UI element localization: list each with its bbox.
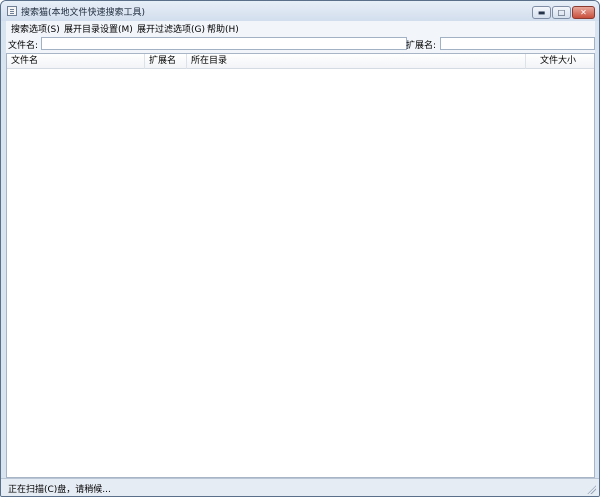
resize-grip-icon[interactable]	[586, 484, 596, 494]
maximize-button[interactable]: □	[552, 6, 571, 19]
status-bar: 正在扫描(C)盘，请稍候...	[1, 478, 599, 496]
minimize-button[interactable]: ▬	[532, 6, 551, 19]
results-body[interactable]	[7, 69, 594, 477]
column-directory[interactable]: 所在目录	[187, 54, 526, 69]
title-bar[interactable]: 搜索猫(本地文件快速搜索工具) ▬ □ ✕	[1, 1, 599, 21]
extension-label: 扩展名:	[406, 41, 437, 51]
results-list[interactable]: 文件名 扩展名 所在目录 文件大小	[6, 53, 595, 478]
column-filename[interactable]: 文件名	[7, 54, 145, 69]
menu-bar: 搜索选项(S) 展开目录设置(M) 展开过滤选项(G) 帮助(H)	[6, 21, 595, 35]
search-bar: 文件名: 扩展名:	[6, 35, 595, 53]
filename-input[interactable]	[41, 37, 407, 50]
results-header: 文件名 扩展名 所在目录 文件大小	[7, 54, 594, 69]
menu-directory-settings[interactable]: 展开目录设置(M)	[64, 22, 133, 35]
menu-filter-options[interactable]: 展开过滤选项(G)	[137, 22, 205, 35]
status-text: 正在扫描(C)盘，请稍候...	[8, 485, 111, 495]
menu-search-options[interactable]: 搜索选项(S)	[11, 22, 60, 35]
column-filesize[interactable]: 文件大小	[526, 54, 594, 69]
close-button[interactable]: ✕	[572, 6, 595, 19]
app-window-icon	[7, 6, 17, 16]
app-window: 搜索猫(本地文件快速搜索工具) ▬ □ ✕ 搜索选项(S) 展开目录设置(M) …	[0, 0, 600, 497]
column-extension[interactable]: 扩展名	[145, 54, 187, 69]
extension-input[interactable]	[440, 37, 595, 50]
filename-label: 文件名:	[8, 41, 39, 51]
window-title: 搜索猫(本地文件快速搜索工具)	[21, 8, 146, 18]
menu-help[interactable]: 帮助(H)	[207, 22, 239, 35]
